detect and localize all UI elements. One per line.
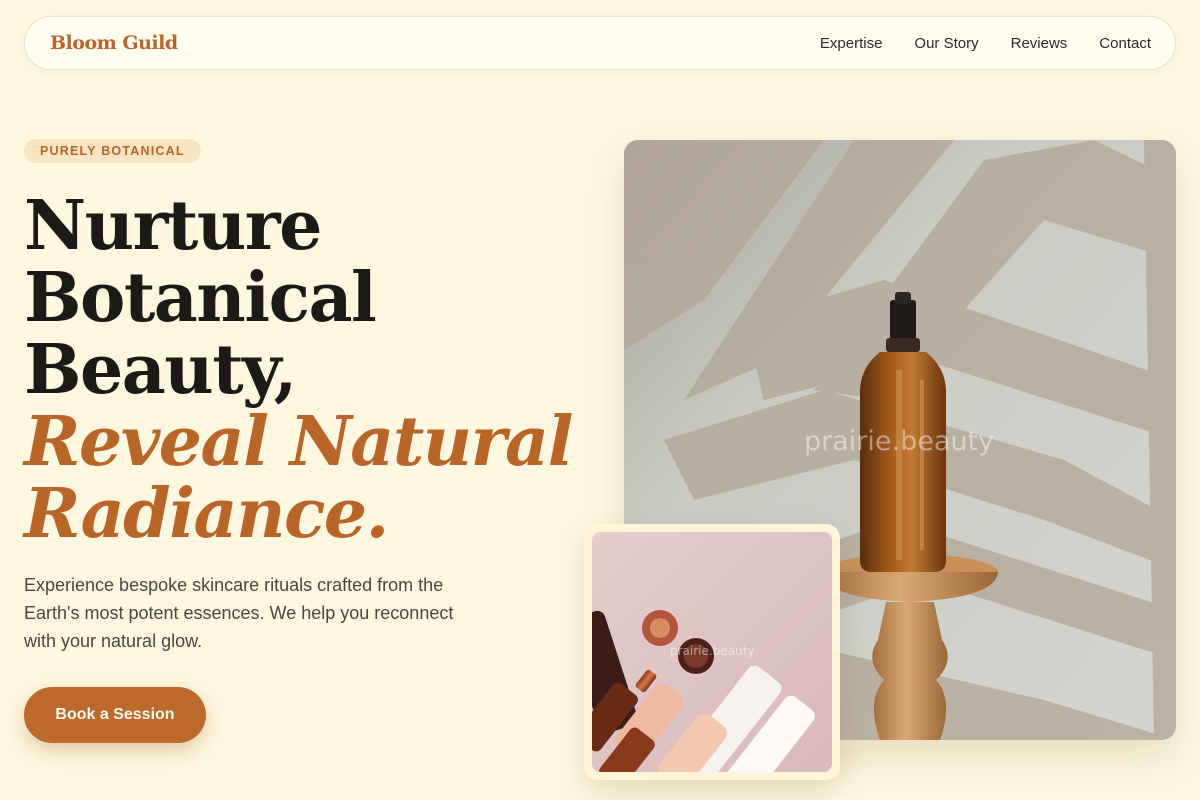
hero-lead-text: Experience bespoke skincare rituals craf… — [24, 575, 454, 651]
hero-badge: PURELY BOTANICAL — [24, 139, 201, 163]
headline-line-3: Beauty, — [24, 330, 297, 410]
nav-link-contact[interactable]: Contact — [1099, 35, 1151, 52]
hero-inset-image-frame: prairie.beauty — [584, 524, 840, 780]
hero-headline: Nurture Botanical Beauty, Reveal Natural… — [24, 190, 584, 550]
headline-line-2: Botanical — [24, 258, 377, 338]
headline-line-1: Nurture — [24, 186, 322, 266]
nav-link-expertise[interactable]: Expertise — [820, 35, 883, 52]
nav-link-reviews[interactable]: Reviews — [1011, 35, 1068, 52]
headline-accent-line-2: Radiance. — [24, 474, 389, 554]
book-session-button[interactable]: Book a Session — [24, 687, 206, 743]
top-nav: Bloom Guild Expertise Our Story Reviews … — [24, 16, 1176, 70]
cosmetics-flatlay-photo — [592, 532, 832, 772]
hero-inset-image: prairie.beauty — [592, 532, 832, 772]
brand-logo[interactable]: Bloom Guild — [50, 32, 178, 54]
nav-link-our-story[interactable]: Our Story — [914, 35, 978, 52]
headline-accent-line-1: Reveal Natural — [24, 402, 573, 482]
nav-links: Expertise Our Story Reviews Contact — [820, 35, 1151, 52]
